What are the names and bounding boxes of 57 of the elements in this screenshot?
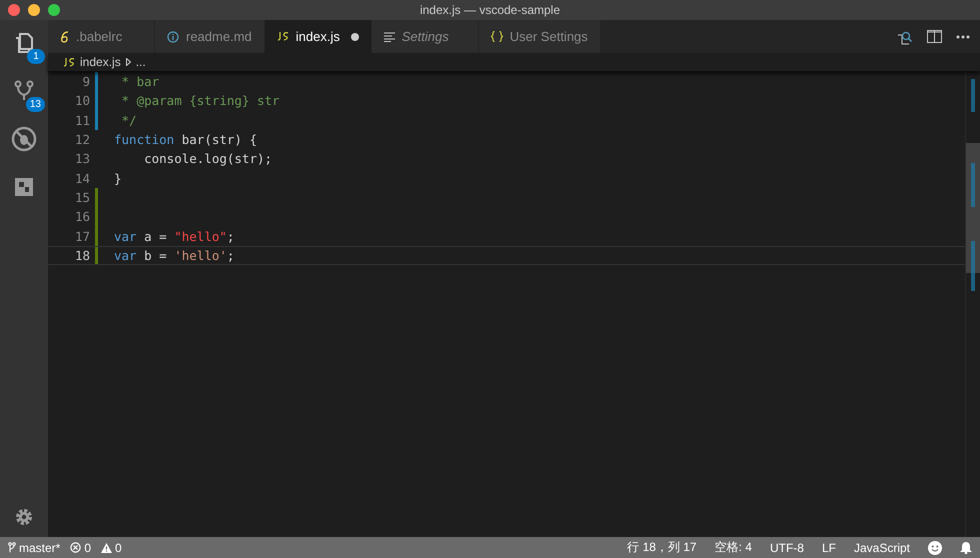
- close-button[interactable]: [8, 4, 20, 16]
- language-mode[interactable]: JavaScript: [854, 540, 910, 554]
- extensions-icon[interactable]: [13, 176, 35, 198]
- error-count[interactable]: 0: [84, 540, 92, 554]
- editor-tab[interactable]: Settings: [372, 20, 479, 53]
- encoding[interactable]: UTF-8: [770, 540, 804, 554]
- code-line: }: [114, 170, 122, 186]
- line-number: 14: [74, 170, 90, 186]
- code-line: */: [120, 112, 137, 128]
- branch-icon: [8, 542, 16, 553]
- unsaved-dot-icon: [350, 32, 359, 40]
- js-file-icon: [63, 58, 75, 66]
- line-number: 10: [74, 93, 90, 108]
- editor-tab[interactable]: index.js: [264, 20, 372, 53]
- line-number: 9: [81, 74, 90, 90]
- editor-tab[interactable]: readme.md: [155, 20, 265, 53]
- line-number: 12: [74, 132, 90, 148]
- window-title: index.js — vscode-sample: [420, 3, 560, 17]
- warning-icon: [101, 542, 112, 552]
- breadcrumb-item[interactable]: ...: [136, 55, 146, 69]
- line-number: 11: [74, 112, 90, 128]
- scrollbar[interactable]: [965, 71, 980, 537]
- code-line: console.log(str);: [143, 151, 272, 166]
- babel-icon: [60, 30, 69, 42]
- js-file-icon: [276, 32, 289, 41]
- braces-icon: [490, 31, 503, 42]
- maximize-button[interactable]: [48, 4, 60, 16]
- code-line: var a = "hello";: [114, 228, 234, 244]
- bell-icon[interactable]: [960, 541, 972, 554]
- line-ending[interactable]: LF: [822, 540, 836, 554]
- caret-icon: [126, 58, 131, 66]
- count-badge: 13: [26, 97, 45, 112]
- info-icon: [167, 30, 179, 42]
- code-line: function bar(str) {: [114, 132, 258, 148]
- editor-tab[interactable]: .babelrc: [48, 20, 155, 53]
- minimize-button[interactable]: [28, 4, 40, 16]
- smiley-icon[interactable]: [928, 540, 942, 554]
- line-number: 17: [74, 228, 90, 244]
- line-number: 18: [74, 248, 90, 263]
- breadcrumb-item[interactable]: index.js: [80, 55, 121, 69]
- code-line: var b = 'hello';: [114, 248, 234, 263]
- indentation[interactable]: 空格: 4: [714, 539, 752, 556]
- error-icon: [70, 542, 82, 553]
- no-bug-icon[interactable]: [11, 126, 37, 152]
- branch-name[interactable]: master*: [19, 540, 60, 554]
- cursor-position[interactable]: 行 18，列 17: [627, 539, 697, 556]
- more-icon[interactable]: [956, 34, 970, 38]
- lines-icon: [384, 32, 395, 42]
- line-number: 15: [74, 190, 90, 205]
- line-number: 13: [74, 151, 90, 166]
- warning-count[interactable]: 0: [115, 540, 122, 554]
- code-line: * @param {string} str: [120, 93, 280, 108]
- code-line: * bar: [120, 74, 160, 90]
- count-badge: 1: [27, 49, 45, 64]
- split-editor-icon[interactable]: [927, 30, 942, 43]
- line-number: 16: [74, 209, 90, 224]
- editor-tab[interactable]: User Settings: [478, 20, 601, 53]
